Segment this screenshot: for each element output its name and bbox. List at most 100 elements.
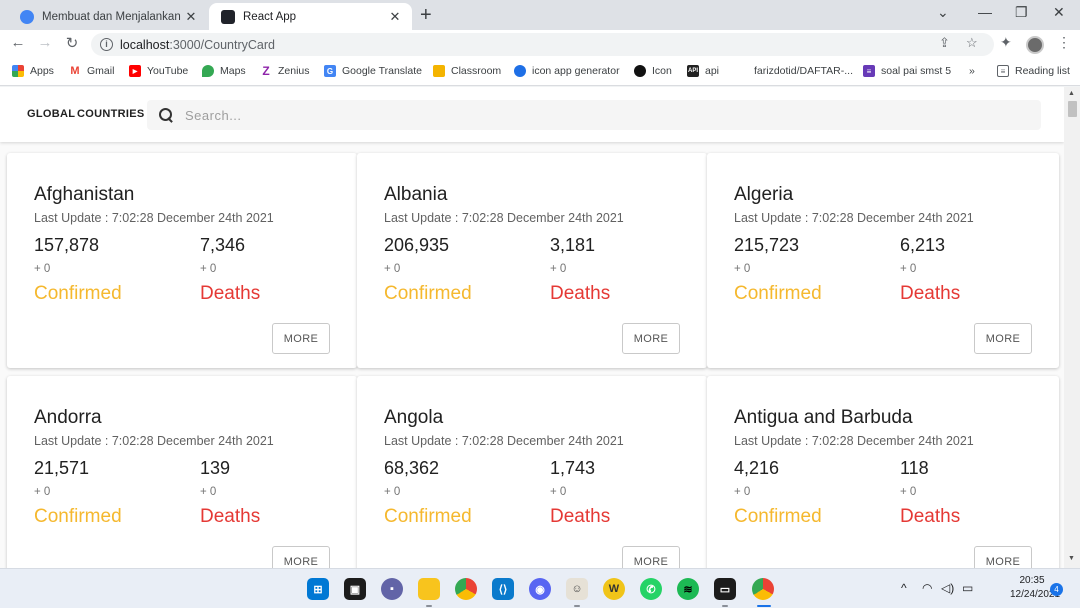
bookmark-translate[interactable]: G Google Translate: [324, 65, 422, 77]
deaths-count: 7,346: [200, 235, 246, 255]
discord-icon[interactable]: ◉: [529, 578, 551, 600]
bookmark-gmail[interactable]: M Gmail: [69, 65, 114, 77]
confirmed-count: 4,216: [734, 458, 780, 478]
volume-icon[interactable]: ◁): [941, 581, 954, 595]
deaths-count: 1,743: [550, 458, 596, 478]
country-card: Algeria Last Update : 7:02:28 December 2…: [707, 153, 1059, 368]
battery-icon[interactable]: ▭: [962, 581, 973, 595]
gmail-icon: M: [69, 65, 81, 77]
file-explorer-icon[interactable]: [418, 578, 440, 600]
bookmark-soal-pai[interactable]: ≡ soal pai smst 5: [863, 65, 951, 77]
more-button[interactable]: MORE: [622, 323, 680, 354]
word-icon[interactable]: W: [603, 578, 625, 600]
more-button[interactable]: MORE: [272, 323, 330, 354]
react-favicon-icon: [221, 9, 235, 24]
api-icon: API: [687, 65, 699, 77]
tab-search-chevron-icon[interactable]: ⌄: [937, 4, 949, 21]
chrome-active-icon[interactable]: [752, 578, 774, 600]
confirmed-label: Confirmed: [734, 283, 822, 304]
minimize-icon[interactable]: —: [978, 4, 992, 20]
bookmark-star-icon[interactable]: ☆: [966, 35, 978, 51]
more-button[interactable]: MORE: [974, 546, 1032, 568]
windows-start-icon[interactable]: ⊞: [307, 578, 329, 600]
bookmark-youtube[interactable]: ▶ YouTube: [129, 65, 188, 77]
share-icon[interactable]: ⇪: [939, 35, 950, 51]
terminal-icon[interactable]: ▭: [714, 578, 736, 600]
tab-react-app[interactable]: React App ✕: [209, 3, 412, 30]
tab-membuat[interactable]: Membuat dan Menjalankan Proje ✕: [8, 3, 208, 30]
confirmed-label: Confirmed: [734, 506, 822, 527]
window-close-icon[interactable]: ✕: [1053, 4, 1065, 21]
search-box[interactable]: [147, 100, 1041, 130]
whatsapp-icon[interactable]: ✆: [640, 578, 662, 600]
wifi-icon[interactable]: ◠: [922, 581, 932, 595]
confirmed-count: 215,723: [734, 235, 800, 255]
vscode-icon[interactable]: ⟨⟩: [492, 578, 514, 600]
bookmark-label: icon app generator: [532, 65, 620, 77]
bookmark-maps[interactable]: Maps: [202, 65, 246, 77]
chrome-menu-icon[interactable]: ⋮: [1057, 34, 1071, 51]
search-input[interactable]: [185, 107, 985, 123]
country-card-grid: Afghanistan Last Update : 7:02:28 Decemb…: [7, 153, 1059, 568]
windows-taskbar: ⊞ ▣ ▪ ⟨⟩ ◉ ☺ W ✆ ≋ ▭ ^ ◠ ◁) ▭ 20:35 12/2…: [0, 568, 1080, 608]
site-info-icon[interactable]: i: [100, 38, 113, 51]
tray-chevron-icon[interactable]: ^: [901, 581, 907, 595]
restore-icon[interactable]: ❐: [1015, 4, 1028, 21]
bookmark-icon[interactable]: Icon: [634, 65, 672, 77]
confirmed-delta: + 0: [734, 486, 751, 498]
last-update: Last Update : 7:02:28 December 24th 2021: [734, 434, 974, 448]
bookmark-daftar[interactable]: farizdotid/DAFTAR-...: [754, 65, 853, 77]
bookmarks-overflow[interactable]: »: [969, 65, 975, 77]
clock-time: 20:35: [1019, 575, 1045, 586]
chrome-icon[interactable]: [455, 578, 477, 600]
system-clock[interactable]: 20:35 12/24/2021: [1010, 574, 1061, 602]
address-bar[interactable]: i localhost:3000/CountryCard: [91, 33, 994, 56]
more-button[interactable]: MORE: [622, 546, 680, 568]
search-icon: [159, 108, 173, 122]
bookmark-label: farizdotid/DAFTAR-...: [754, 65, 853, 77]
apps-grid-icon: [12, 65, 24, 77]
extensions-icon[interactable]: ✦: [1000, 34, 1012, 51]
reading-list-icon: ≡: [997, 65, 1009, 77]
page-scrollbar[interactable]: ▲ ▼: [1064, 87, 1080, 568]
reload-icon[interactable]: ↻: [62, 34, 82, 52]
nav-global[interactable]: GLOBAL: [27, 108, 75, 120]
bookmark-icon-generator[interactable]: icon app generator: [514, 65, 620, 77]
teams-chat-icon[interactable]: ▪: [381, 578, 403, 600]
task-view-icon[interactable]: ▣: [344, 578, 366, 600]
scroll-thumb[interactable]: [1068, 101, 1077, 117]
browser-tab-strip: Membuat dan Menjalankan Proje ✕ React Ap…: [0, 0, 1080, 30]
close-icon[interactable]: ✕: [388, 9, 402, 25]
country-card: Andorra Last Update : 7:02:28 December 2…: [7, 376, 357, 568]
game-icon[interactable]: ☺: [566, 578, 588, 600]
forward-icon[interactable]: →: [35, 34, 55, 51]
bookmark-api[interactable]: API api: [687, 65, 719, 77]
github-icon: [634, 65, 646, 77]
back-icon[interactable]: ←: [8, 34, 28, 51]
running-indicator: [426, 605, 432, 607]
nav-countries[interactable]: COUNTRIES: [77, 108, 144, 120]
bookmark-label: soal pai smst 5: [881, 65, 952, 77]
deaths-label: Deaths: [900, 506, 961, 527]
circle-favicon-icon: [20, 9, 34, 24]
translate-icon: G: [324, 65, 336, 77]
reading-list[interactable]: ≡ Reading list: [997, 65, 1070, 77]
country-card: Angola Last Update : 7:02:28 December 24…: [357, 376, 707, 568]
forms-icon: ≡: [863, 65, 875, 77]
close-icon[interactable]: ✕: [184, 9, 198, 25]
more-button[interactable]: MORE: [974, 323, 1032, 354]
bookmark-apps[interactable]: Apps: [12, 65, 54, 77]
confirmed-count: 21,571: [34, 458, 90, 478]
bookmark-zenius[interactable]: Z Zenius: [260, 64, 310, 78]
spotify-icon[interactable]: ≋: [677, 578, 699, 600]
clock-date: 12/24/2021: [1010, 589, 1061, 600]
last-update: Last Update : 7:02:28 December 24th 2021: [34, 434, 274, 448]
profile-avatar[interactable]: [1026, 36, 1044, 54]
notification-badge[interactable]: 4: [1050, 583, 1063, 596]
bookmark-classroom[interactable]: Classroom: [433, 65, 501, 77]
new-tab-icon[interactable]: +: [420, 4, 432, 27]
app-viewport: GLOBAL COUNTRIES Afghanistan Last Update…: [0, 87, 1064, 568]
scroll-up-icon[interactable]: ▲: [1068, 90, 1075, 97]
more-button[interactable]: MORE: [272, 546, 330, 568]
scroll-down-icon[interactable]: ▼: [1068, 555, 1075, 562]
